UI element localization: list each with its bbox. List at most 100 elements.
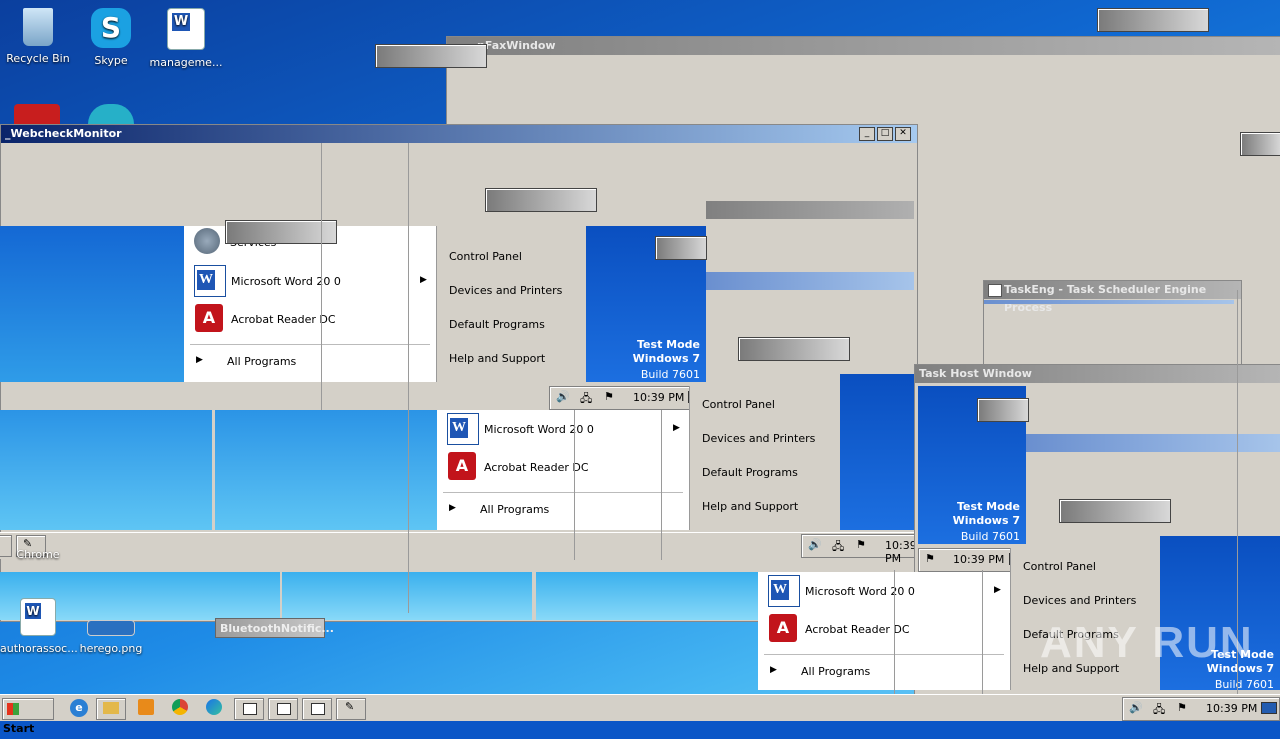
clock[interactable]: 10:39 PM bbox=[953, 553, 1004, 566]
media-player-icon[interactable] bbox=[138, 699, 154, 715]
start-menu-default-programs[interactable]: Default Programs bbox=[702, 466, 798, 479]
network-icon[interactable]: 🖧 bbox=[1153, 701, 1165, 720]
network-icon[interactable]: 🖧 bbox=[580, 390, 592, 409]
close-button[interactable]: ✕ bbox=[895, 127, 911, 141]
artifact-line bbox=[408, 143, 409, 613]
windows-logo-icon bbox=[7, 703, 19, 715]
desktop-icon-skype[interactable]: S Skype bbox=[73, 8, 149, 67]
start-menu-acrobat[interactable]: Acrobat Reader DC bbox=[231, 313, 336, 326]
taskeng-app-icon bbox=[988, 284, 1002, 297]
ghost-button[interactable] bbox=[485, 188, 597, 212]
divider bbox=[764, 654, 1004, 655]
ie-icon[interactable]: e bbox=[70, 699, 88, 717]
services-icon bbox=[194, 228, 220, 254]
word-icon: W bbox=[194, 265, 226, 297]
divider bbox=[443, 492, 683, 493]
start-menu-all-programs[interactable]: All Programs bbox=[227, 355, 296, 368]
desktop-icon-herego[interactable]: herego.png bbox=[73, 620, 149, 655]
acrobat-icon: A bbox=[195, 304, 223, 332]
word-icon: W bbox=[768, 575, 800, 607]
start-menu-devices[interactable]: Devices and Printers bbox=[702, 432, 815, 445]
flag-icon[interactable]: ⚑ bbox=[1177, 701, 1187, 714]
start-menu-devices[interactable]: Devices and Printers bbox=[449, 284, 562, 297]
test-mode-line2: Windows 7 bbox=[632, 352, 700, 365]
image-file-icon bbox=[87, 620, 135, 636]
start-menu-control-panel[interactable]: Control Panel bbox=[1023, 560, 1096, 573]
artifact-line bbox=[574, 410, 575, 560]
window-taskbar-button[interactable] bbox=[234, 698, 264, 720]
bluetooth-window[interactable]: BluetoothNotific... bbox=[215, 618, 334, 638]
desktop-icon-label: Skype bbox=[94, 54, 128, 67]
window-taskbar-button[interactable] bbox=[302, 698, 332, 720]
maximize-button[interactable]: □ bbox=[877, 127, 893, 141]
speaker-icon[interactable]: 🔊 bbox=[556, 390, 570, 403]
chrome-icon[interactable] bbox=[172, 699, 188, 715]
start-menu-default-programs[interactable]: Default Programs bbox=[449, 318, 545, 331]
ghost-button[interactable] bbox=[1240, 132, 1280, 156]
start-label: Start bbox=[3, 722, 35, 735]
ghost-button[interactable] bbox=[1097, 8, 1209, 32]
start-menu-control-panel[interactable]: Control Panel bbox=[702, 398, 775, 411]
clock[interactable]: 10:39 PM bbox=[633, 391, 684, 404]
start-menu-devices[interactable]: Devices and Printers bbox=[1023, 594, 1136, 607]
start-menu-help[interactable]: Help and Support bbox=[449, 352, 545, 365]
start-menu-word[interactable]: Microsoft Word 20 0 bbox=[805, 585, 915, 598]
speaker-icon[interactable]: 🔊 bbox=[1129, 701, 1143, 714]
start-menu-help[interactable]: Help and Support bbox=[702, 500, 798, 513]
clock[interactable]: 10:39 PM bbox=[1206, 702, 1257, 715]
test-mode-line1: Test Mode bbox=[957, 500, 1020, 513]
start-menu-word[interactable]: Microsoft Word 20 0 bbox=[484, 423, 594, 436]
ghost-button[interactable] bbox=[655, 236, 707, 260]
chevron-right-icon: ▶ bbox=[673, 423, 680, 433]
window-taskbar-button[interactable] bbox=[268, 698, 298, 720]
system-tray: 🔊 🖧 ⚑ 10:39 PM bbox=[1122, 697, 1280, 721]
desktop-icon-management-doc[interactable]: W manageme... bbox=[148, 8, 224, 69]
titlebar-shadow bbox=[984, 300, 1234, 304]
test-mode-line1: Test Mode bbox=[637, 338, 700, 351]
minimize-button[interactable]: _ bbox=[859, 127, 875, 141]
start-menu-all-programs[interactable]: All Programs bbox=[480, 503, 549, 516]
artifact-line bbox=[321, 143, 322, 410]
clock[interactable]: 10:39 PM bbox=[885, 539, 917, 565]
ghost-button[interactable] bbox=[738, 337, 850, 361]
test-mode-line3: Build 7601 bbox=[1214, 678, 1274, 691]
network-icon[interactable]: 🖧 bbox=[832, 538, 844, 557]
ghost-button[interactable] bbox=[375, 44, 487, 68]
desktop-icon-label: authorassoc... bbox=[0, 642, 78, 655]
wallpaper-fragment bbox=[215, 410, 437, 530]
notepad-taskbar-icon[interactable]: ✎ bbox=[336, 698, 366, 720]
desktop-icon-recycle-bin[interactable]: Recycle Bin bbox=[0, 8, 76, 65]
show-desktop-icon[interactable] bbox=[1261, 702, 1277, 714]
artifact-line bbox=[982, 570, 983, 694]
ghost-button[interactable] bbox=[1059, 499, 1171, 523]
word-doc-icon: W bbox=[20, 598, 56, 636]
webcheck-window-title: _WebcheckMonitor bbox=[1, 125, 917, 143]
window-titlebar-fragment bbox=[1026, 434, 1280, 452]
wallpaper-fragment bbox=[0, 226, 184, 382]
window-titlebar-fragment bbox=[706, 201, 914, 219]
start-menu-all-programs[interactable]: All Programs bbox=[801, 665, 870, 678]
fax-window-title: nFaxWindow bbox=[447, 37, 1280, 55]
recycle-bin-icon bbox=[23, 8, 53, 46]
ghost-button[interactable] bbox=[977, 398, 1029, 422]
desktop-icon-label: Recycle Bin bbox=[6, 52, 70, 65]
flag-icon[interactable]: ⚑ bbox=[856, 538, 866, 551]
desktop-icon-chrome[interactable]: Chrome bbox=[0, 548, 76, 561]
desktop-icon-label: Chrome bbox=[16, 548, 60, 561]
start-menu-acrobat[interactable]: Acrobat Reader DC bbox=[484, 461, 589, 474]
start-button[interactable]: Start bbox=[2, 698, 54, 735]
desktop-icon-authorassoc[interactable]: W authorassoc... bbox=[0, 598, 78, 655]
anyrun-watermark: ANY RUN bbox=[1040, 618, 1254, 667]
wallpaper-fragment bbox=[0, 410, 212, 530]
artifact-line bbox=[894, 570, 895, 694]
speaker-icon[interactable]: 🔊 bbox=[808, 538, 822, 551]
explorer-taskbar-icon[interactable] bbox=[96, 698, 126, 720]
edge-icon[interactable] bbox=[206, 699, 222, 715]
start-menu-control-panel[interactable]: Control Panel bbox=[449, 250, 522, 263]
flag-icon[interactable]: ⚑ bbox=[604, 390, 614, 403]
flag-icon[interactable]: ⚑ bbox=[925, 552, 935, 565]
chevron-right-icon: ▶ bbox=[994, 585, 1001, 595]
start-menu-word[interactable]: Microsoft Word 20 0 bbox=[231, 275, 341, 288]
red-app-icon[interactable] bbox=[14, 104, 60, 124]
acrobat-icon: A bbox=[769, 614, 797, 642]
